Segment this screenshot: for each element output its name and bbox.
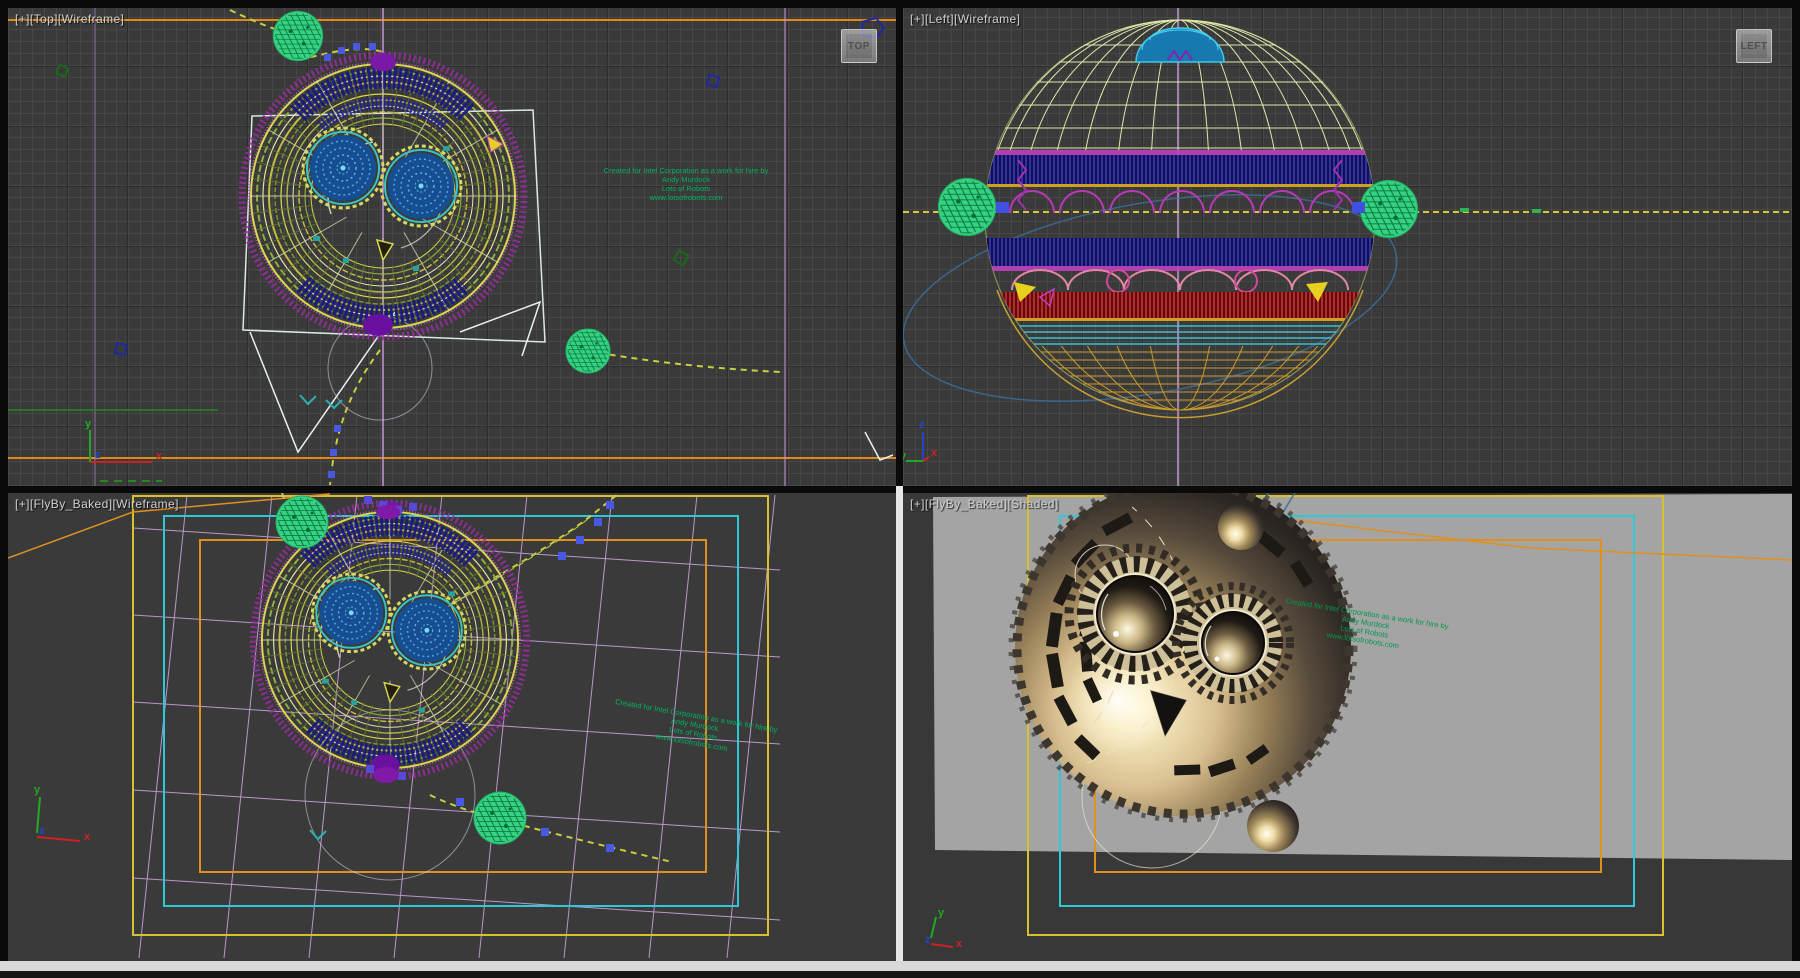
axis-tripod: z y x bbox=[903, 419, 938, 462]
viewport-top[interactable]: y x z [+][Top][Wireframe] TOP Created fo… bbox=[8, 8, 896, 486]
svg-text:y: y bbox=[34, 784, 41, 796]
viewport-label-left[interactable]: [+][Left][Wireframe] bbox=[910, 12, 1020, 26]
svg-text:y: y bbox=[85, 418, 92, 430]
window-bottom-edge bbox=[0, 971, 1800, 978]
glossy-sphere-small bbox=[1247, 800, 1299, 852]
viewport-label-flyby-shaded[interactable]: [+][FlyBy_Baked][Shaded] bbox=[910, 497, 1059, 511]
svg-text:y: y bbox=[938, 907, 945, 919]
viewport-splitter-vertical-bottom[interactable] bbox=[896, 486, 903, 961]
axis-tripod: y z x bbox=[925, 907, 963, 950]
sphere-ship-wireframe bbox=[985, 20, 1375, 418]
viewport-grid: y x z [+][Top][Wireframe] TOP Created fo… bbox=[0, 0, 1800, 978]
scene-art-left-view: z y x bbox=[903, 8, 1792, 486]
viewport-flyby-wireframe[interactable]: y z x [+][FlyBy_Baked][Wireframe] Create… bbox=[8, 493, 896, 961]
scene-art-top-view: y x z bbox=[8, 8, 896, 486]
svg-text:x: x bbox=[931, 447, 938, 459]
scene-art-flyby-shaded: y z x bbox=[903, 493, 1792, 961]
axis-tripod: y x z bbox=[85, 418, 163, 462]
svg-text:x: x bbox=[156, 450, 163, 462]
svg-text:z: z bbox=[95, 449, 101, 461]
glossy-sphere-small bbox=[1218, 504, 1264, 550]
window-bottom-strip bbox=[0, 961, 1800, 971]
svg-text:z: z bbox=[925, 934, 931, 946]
viewport-label-top[interactable]: [+][Top][Wireframe] bbox=[15, 12, 124, 26]
viewport-splitter-horizontal-left[interactable] bbox=[0, 486, 896, 493]
viewport-splitter-horizontal-right[interactable] bbox=[903, 486, 1800, 493]
svg-text:z: z bbox=[919, 419, 925, 431]
svg-text:z: z bbox=[39, 825, 45, 837]
viewport-left[interactable]: z y x [+][Left][Wireframe] LEFT bbox=[903, 8, 1792, 486]
svg-text:x: x bbox=[956, 938, 963, 950]
viewport-splitter-vertical-top[interactable] bbox=[896, 0, 903, 486]
credit-text: Created for Intel Corporation as a work … bbox=[586, 166, 786, 202]
svg-text:x: x bbox=[84, 831, 91, 843]
axis-tripod: y z x bbox=[34, 784, 91, 843]
viewport-label-flyby-wireframe[interactable]: [+][FlyBy_Baked][Wireframe] bbox=[15, 497, 179, 511]
viewport-flyby-shaded[interactable]: y z x [+][FlyBy_Baked][Shaded] Created f… bbox=[903, 493, 1792, 961]
viewcube-top-button[interactable]: TOP bbox=[841, 29, 877, 63]
viewcube-left-button[interactable]: LEFT bbox=[1736, 29, 1772, 63]
dome-cap bbox=[1136, 28, 1224, 62]
